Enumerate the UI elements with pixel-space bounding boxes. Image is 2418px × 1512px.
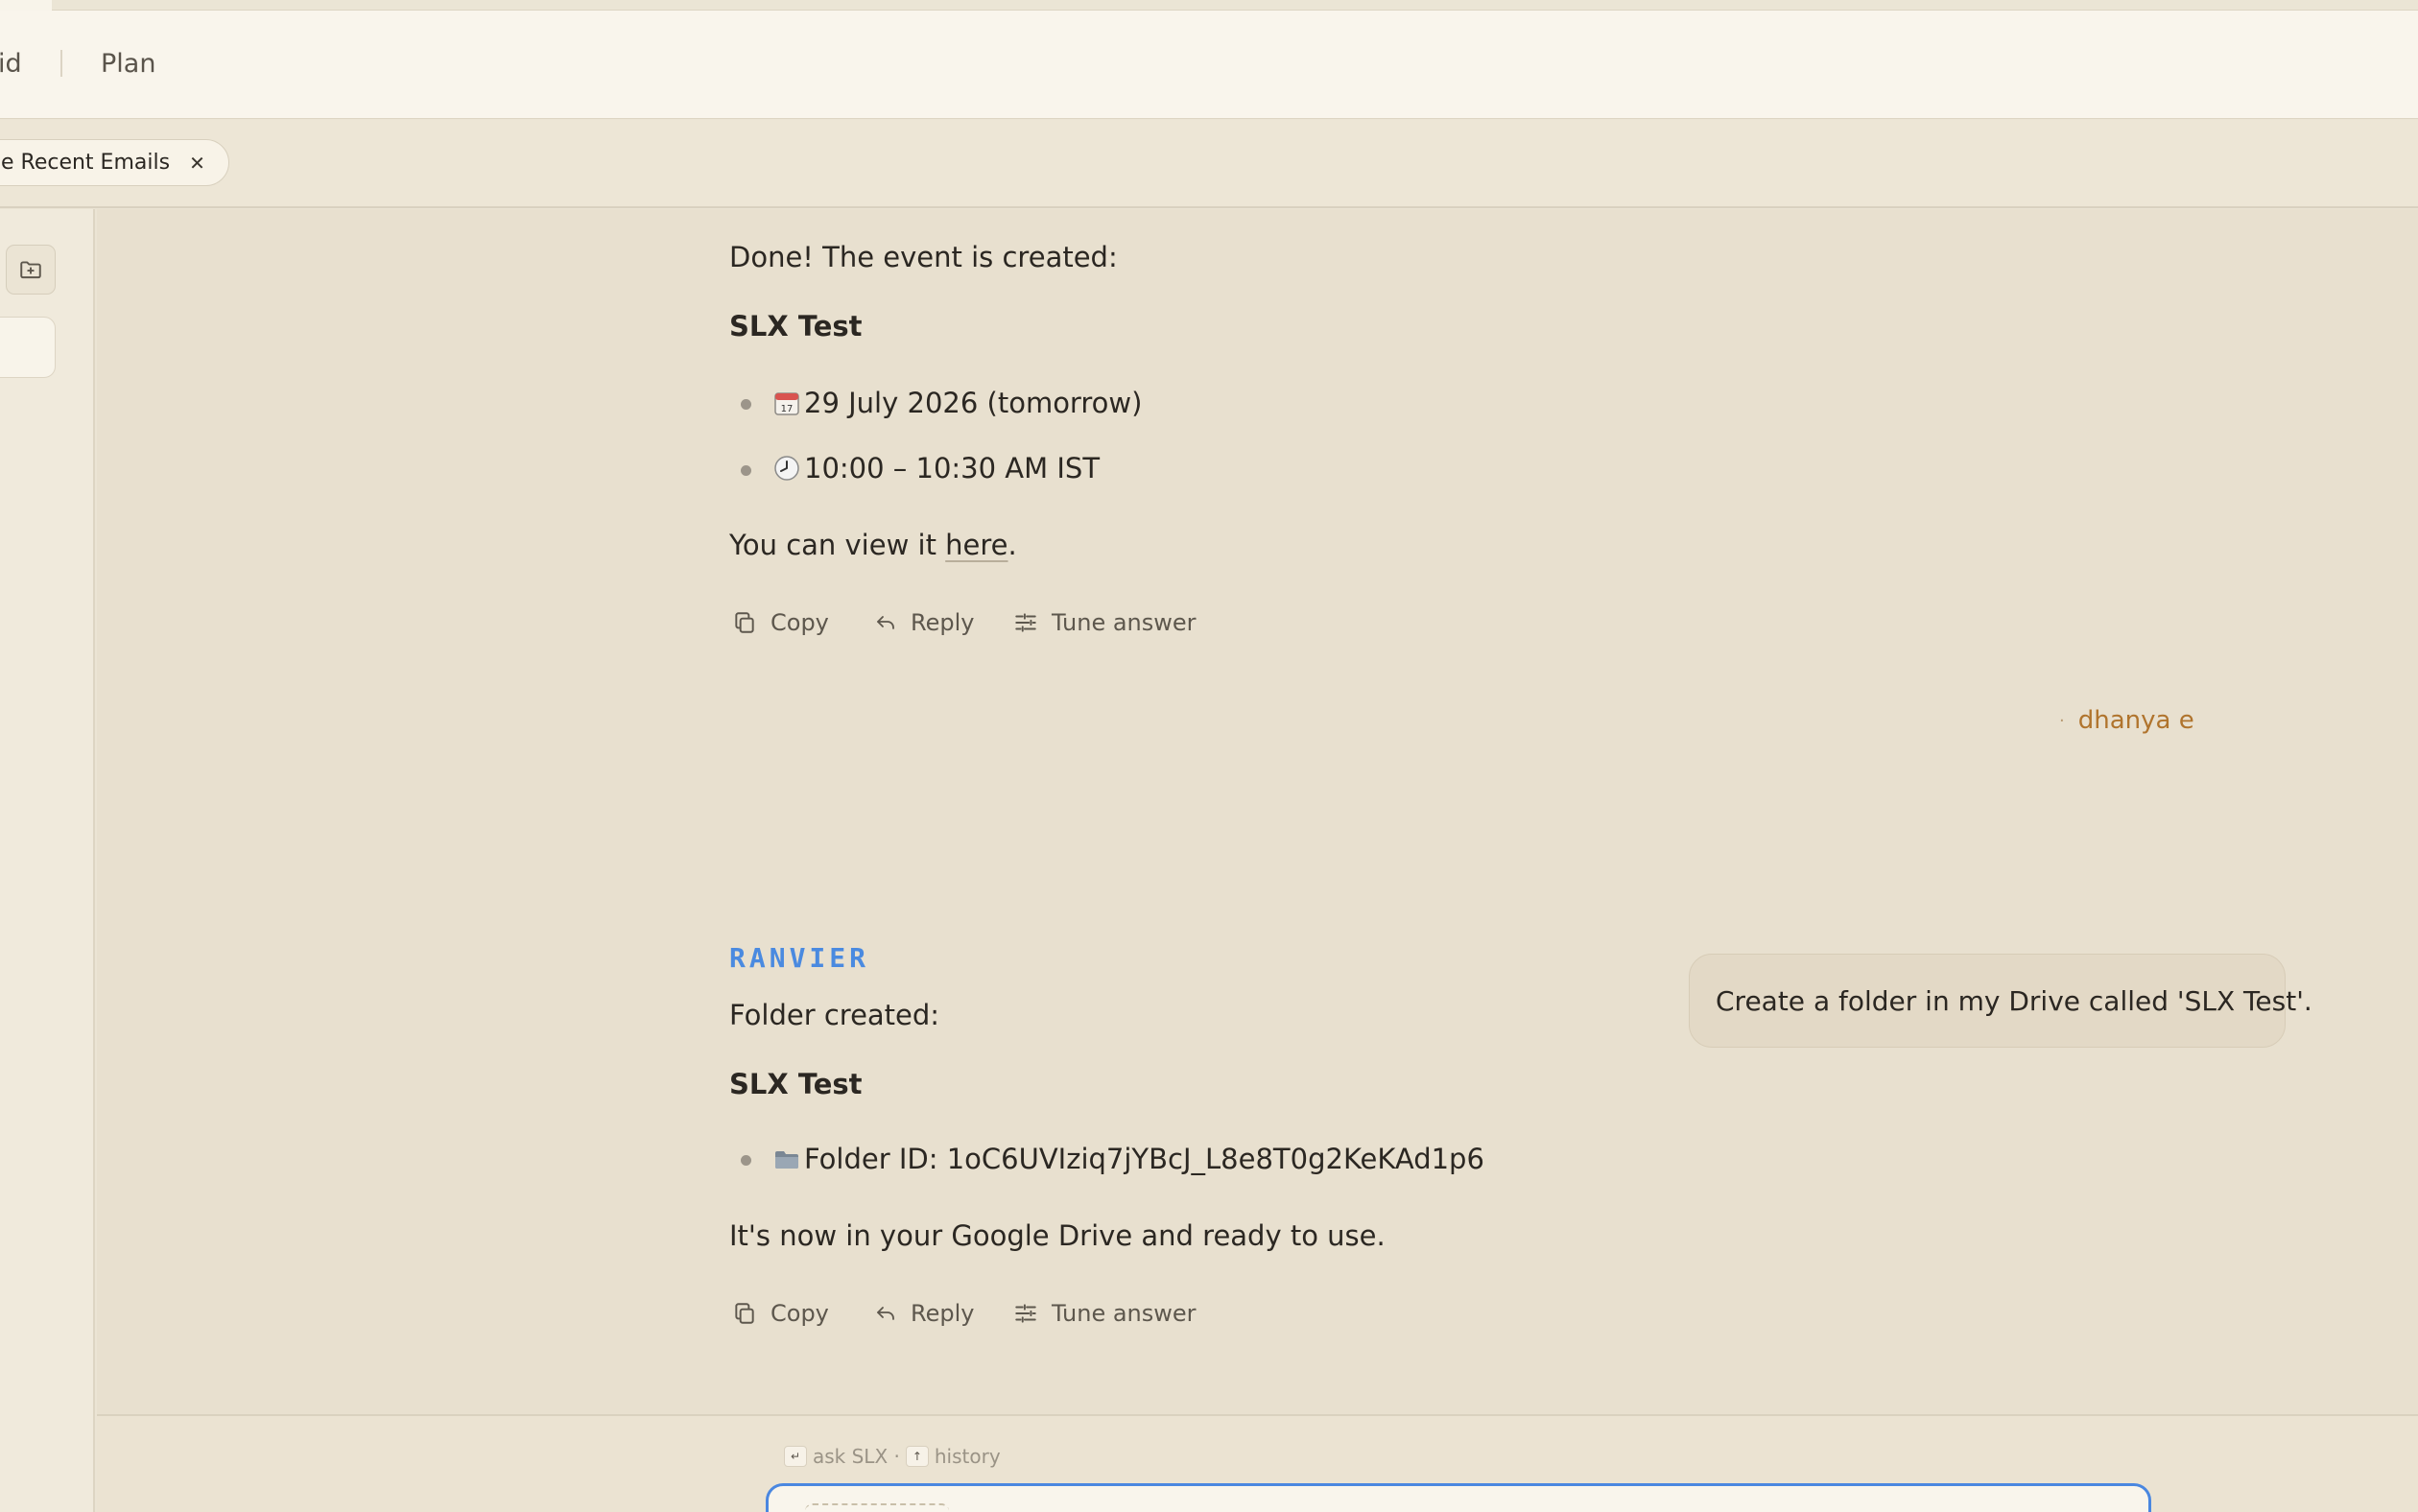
folder-plus-icon [20, 261, 41, 279]
copy-button[interactable]: Copy [732, 609, 829, 636]
folder-outro-text: It's now in your Google Drive and ready … [729, 1219, 1386, 1252]
event-view-prefix: You can view it [729, 529, 946, 561]
tune-answer-label: Tune answer [1052, 609, 1197, 636]
nav-link-partial[interactable]: id [0, 51, 22, 77]
list-bullet [741, 465, 751, 476]
history-hint-text: history [934, 1445, 1001, 1468]
list-bullet [741, 1155, 751, 1166]
reply-label: Reply [911, 1300, 975, 1327]
conversation-tab-bar: e Recent Emails ✕ [0, 120, 2418, 208]
folder-id-text: Folder ID: 1oC6UVIziq7jYBcJ_L8e8T0g2KeKA… [804, 1143, 1484, 1175]
reply-button[interactable]: Reply [874, 1300, 974, 1327]
clock-icon [774, 456, 799, 481]
message-input[interactable] [766, 1483, 2151, 1512]
app-header: id Plan [0, 11, 2418, 119]
copy-label: Copy [770, 609, 829, 636]
new-folder-button[interactable] [6, 245, 56, 295]
list-item: Folder ID: 1oC6UVIziq7jYBcJ_L8e8T0g2KeKA… [773, 1146, 1484, 1173]
reply-button[interactable]: Reply [874, 609, 974, 636]
ask-hint-text: ask SLX · [813, 1445, 900, 1468]
active-window-tab[interactable] [0, 0, 52, 11]
event-date-text: 29 July 2026 (tomorrow) [804, 387, 1143, 419]
sidebar-conversation-card[interactable] [0, 317, 56, 378]
copy-icon [735, 1303, 754, 1324]
window-tab-strip [0, 0, 2418, 11]
tune-answer-button[interactable]: Tune answer [1013, 609, 1197, 636]
chat-thread: Done! The event is created: SLX Test 17 … [97, 209, 2418, 1414]
nav-divider [60, 50, 62, 77]
enter-key-hint: ↵ [784, 1446, 807, 1467]
nav-link-plan[interactable]: Plan [101, 51, 155, 77]
composer-hints: ↵ ask SLX · ↑ history [784, 1445, 1001, 1468]
conversation-tab-chip[interactable]: e Recent Emails ✕ [0, 139, 229, 186]
folder-icon [775, 1151, 798, 1169]
user-status-dot: · [2059, 710, 2065, 731]
assistant-sender-label: RANVIER [729, 942, 870, 974]
sliders-icon [1015, 1304, 1036, 1323]
reply-icon [877, 1307, 894, 1320]
input-placeholder-outline [805, 1503, 949, 1512]
copy-icon [735, 612, 754, 633]
up-key-hint: ↑ [905, 1446, 929, 1467]
copy-button[interactable]: Copy [732, 1300, 829, 1327]
close-icon[interactable]: ✕ [189, 154, 205, 173]
user-name: dhanya e [2077, 706, 2194, 735]
sliders-icon [1015, 613, 1036, 632]
user-message-bubble: Create a folder in my Drive called 'SLX … [1689, 954, 2312, 1048]
reply-icon [877, 616, 894, 629]
svg-text:17: 17 [781, 404, 794, 414]
calendar-icon: 17 [774, 392, 799, 415]
composer-area: ↵ ask SLX · ↑ history [97, 1414, 2418, 1512]
event-intro-text: Done! The event is created: [729, 241, 1118, 273]
event-title: SLX Test [729, 310, 863, 343]
list-bullet [741, 399, 751, 410]
tune-answer-label: Tune answer [1052, 1300, 1197, 1327]
conversation-tab-label: e Recent Emails [1, 151, 171, 175]
list-item: 17 29 July 2026 (tomorrow) [773, 390, 1142, 417]
copy-label: Copy [770, 1300, 829, 1327]
user-message-header: · dhanya e [2059, 706, 2194, 735]
event-view-suffix: . [1008, 529, 1017, 561]
event-time-text: 10:00 – 10:30 AM IST [804, 452, 1101, 484]
left-sidebar [0, 209, 95, 1512]
reply-label: Reply [911, 609, 975, 636]
list-item: 10:00 – 10:30 AM IST [773, 455, 1100, 483]
tune-answer-button[interactable]: Tune answer [1013, 1300, 1197, 1327]
folder-title: SLX Test [729, 1068, 863, 1100]
event-view-link[interactable]: here [945, 529, 1008, 561]
user-message-text: Create a folder in my Drive called 'SLX … [1716, 984, 2312, 1017]
folder-intro-text: Folder created: [729, 999, 940, 1031]
event-view-line: You can view it here. [729, 532, 1017, 559]
